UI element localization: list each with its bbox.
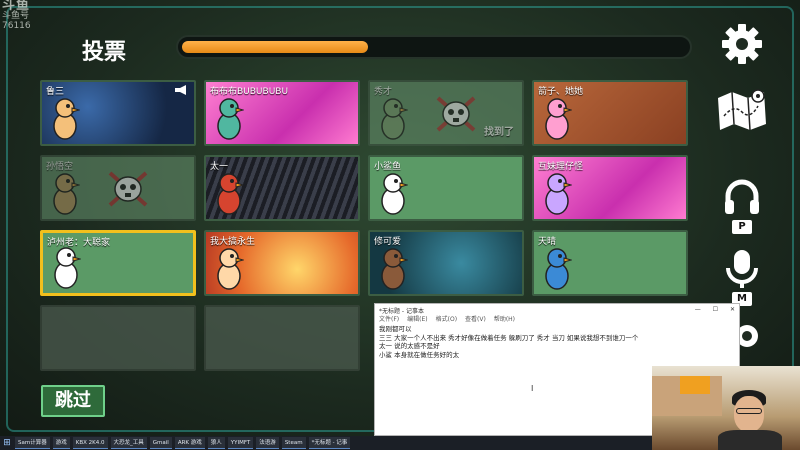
note-line: 小鲨 本身就在做任务好的太: [379, 350, 460, 359]
skip-vote-button[interactable]: 跳过: [41, 385, 105, 417]
vote-card[interactable]: 小鲨鱼: [368, 155, 524, 221]
player-name: 我大搞永生: [210, 237, 256, 247]
player-avatar-icon: [381, 173, 408, 215]
microphone-button[interactable]: M: [722, 248, 762, 306]
minimize-button[interactable]: —: [695, 306, 701, 313]
note-line: 太一 说的太感不是好: [379, 342, 440, 350]
menu-file[interactable]: 文件(F): [379, 314, 399, 323]
notepad-menubar: 文件(F) 编辑(E) 格式(O) 查看(V) 帮助(H): [375, 314, 739, 323]
taskbar-item[interactable]: YYIMFT: [227, 437, 254, 449]
vote-card[interactable]: 鲁三: [40, 80, 196, 146]
menu-view[interactable]: 查看(V): [465, 314, 486, 323]
notepad-titlebar[interactable]: *无标题 - 记事本 — ☐ ✕: [375, 304, 739, 315]
taskbar-item[interactable]: 狼人: [207, 437, 225, 449]
headset-icon: [725, 179, 759, 214]
body-found-label: 找到了: [484, 127, 514, 138]
taskbar-item[interactable]: Steam: [281, 437, 306, 449]
player-avatar-icon: [53, 98, 80, 140]
taskbar-item[interactable]: ARK 游戏: [174, 437, 205, 449]
map-button[interactable]: [714, 86, 770, 132]
taskbar-item[interactable]: 大恐龙_工具: [110, 437, 147, 449]
player-avatar-icon: [53, 173, 80, 215]
player-name: 太一: [210, 162, 229, 172]
player-name: 孙悟空: [46, 162, 74, 172]
player-avatar-icon: [217, 248, 244, 290]
vote-card[interactable]: 箭子、她她: [532, 80, 688, 146]
player-name: 修可爱: [374, 237, 402, 247]
taskbar-item[interactable]: Sam计算器: [15, 437, 50, 449]
settings-button[interactable]: [720, 22, 764, 66]
vote-card[interactable]: 修可爱: [368, 230, 524, 296]
player-avatar-icon: [381, 248, 408, 290]
taskbar-item[interactable]: 游戏: [52, 437, 70, 449]
text-cursor-icon: I: [531, 384, 534, 393]
taskbar-items: Sam计算器 游戏 KBX 2K4.0 大恐龙_工具 Gmail ARK 游戏 狼人 YYIM…: [15, 437, 351, 449]
gear-icon: [722, 24, 762, 64]
player-name: 鲁三: [46, 87, 65, 97]
note-line: 三三 大家一个人不出来 秀才好像在做着任务 躲刷刀了 秀才 当刀 如果说我想不到…: [379, 333, 639, 342]
notepad-title: *无标题 - 记事本: [379, 308, 424, 315]
menu-format[interactable]: 格式(O): [436, 314, 457, 323]
taskbar-item[interactable]: KBX 2K4.0: [72, 437, 108, 449]
dead-skull-icon: [108, 171, 148, 207]
player-name: 天晴: [538, 237, 557, 247]
vote-card: 孙悟空: [40, 155, 196, 221]
stream-watermark: 斗鱼 斗鱼号 76116: [2, 0, 31, 31]
page-title: 投票: [82, 40, 127, 65]
player-name: 小鲨鱼: [374, 162, 402, 172]
watermark-line2: 76116: [2, 21, 31, 31]
close-button[interactable]: ✕: [730, 306, 735, 313]
menu-help[interactable]: 帮助(H): [494, 314, 515, 323]
headset-key-badge: P: [732, 220, 752, 234]
maximize-button[interactable]: ☐: [713, 306, 718, 313]
player-name: 泸州老：大聪家: [47, 238, 111, 248]
player-name: 布布布BUBUBUBU: [210, 87, 289, 97]
vote-timer-fill: [182, 41, 368, 53]
vote-card[interactable]: 我大搞永生: [204, 230, 360, 296]
player-avatar-icon: [54, 247, 81, 289]
player-name: 互妹理仔怪: [538, 162, 584, 172]
player-avatar-icon: [545, 98, 572, 140]
vote-card[interactable]: 布布布BUBUBUBU: [204, 80, 360, 146]
window-controls: — ☐ ✕: [685, 306, 735, 313]
menu-edit[interactable]: 编辑(E): [407, 314, 427, 323]
vote-card: 秀才找到了: [368, 80, 524, 146]
watermark-brand: 斗鱼: [2, 0, 31, 13]
windows-start-icon[interactable]: ⊞: [2, 438, 12, 448]
player-avatar-icon: [217, 98, 244, 140]
dead-skull-icon: [436, 96, 476, 132]
webcam-shirt: [718, 430, 782, 450]
webcam-overlay: [652, 366, 800, 450]
vote-card[interactable]: 泸州老：大聪家: [40, 230, 196, 296]
taskbar-item[interactable]: *无标题 - 记事: [308, 437, 351, 449]
taskbar-item[interactable]: 法语游: [256, 437, 279, 449]
vote-card[interactable]: 天晴: [532, 230, 688, 296]
voice-output-button[interactable]: P: [722, 178, 762, 234]
vote-timer-bar: [176, 35, 692, 59]
player-name: 秀才: [374, 87, 393, 97]
player-avatar-icon: [545, 173, 572, 215]
webcam-face: [734, 396, 764, 432]
empty-vote-slot: [40, 305, 196, 371]
vote-card[interactable]: 互妹理仔怪: [532, 155, 688, 221]
watermark-line1: 斗鱼号: [2, 11, 30, 21]
player-avatar-icon: [217, 173, 244, 215]
map-icon: [718, 89, 766, 131]
microphone-icon: [726, 250, 758, 288]
vote-card[interactable]: 太一: [204, 155, 360, 221]
note-line: 我刚都可以: [379, 325, 412, 333]
megaphone-icon: [175, 85, 186, 95]
player-avatar-icon: [381, 98, 408, 140]
webcam-background-screen: [680, 376, 710, 394]
player-avatar-icon: [545, 248, 572, 290]
empty-vote-slot: [204, 305, 360, 371]
taskbar-item[interactable]: Gmail: [149, 437, 172, 449]
notepad-text-area[interactable]: 我刚都可以 三三 大家一个人不出来 秀才好像在做着任务 躲刷刀了 秀才 当刀 如…: [375, 323, 739, 361]
webcam-glasses: [736, 408, 762, 414]
player-name: 箭子、她她: [538, 87, 584, 97]
